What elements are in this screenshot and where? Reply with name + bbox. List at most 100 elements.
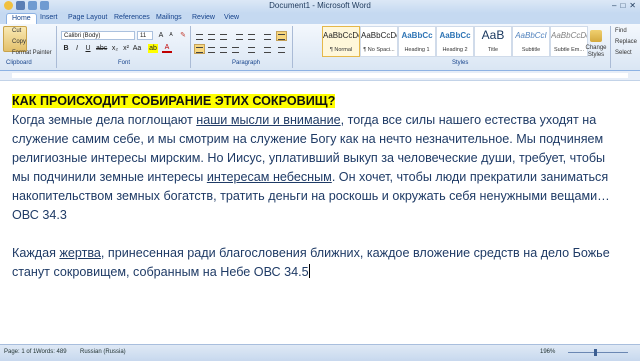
tab-review[interactable]: Review: [192, 14, 215, 21]
style-sample: AaBbCcDc: [361, 31, 397, 40]
subscript-icon[interactable]: x₂: [110, 44, 120, 53]
tab-view[interactable]: View: [224, 14, 239, 21]
text-line: накопительством земных богатств, тратить…: [12, 189, 610, 203]
style-sample: AaBbCcDc: [551, 31, 587, 40]
style-no-spacing[interactable]: AaBbCcDc ¶ No Spaci...: [360, 26, 398, 57]
zoom-slider-handle[interactable]: [594, 349, 597, 356]
justify-icon[interactable]: [230, 44, 241, 54]
text-line: Каждая жертва, принесенная ради благосло…: [12, 246, 610, 260]
align-left-icon[interactable]: [194, 44, 205, 54]
copy-button[interactable]: Copy: [12, 39, 26, 45]
style-name: Heading 2: [442, 47, 468, 53]
shrink-font-icon[interactable]: A: [166, 31, 176, 40]
shading-icon[interactable]: [262, 44, 273, 54]
style-name: Subtle Em...: [554, 47, 584, 53]
style-name: ¶ No Spaci...: [363, 47, 395, 53]
font-family-combo[interactable]: Calibri (Body): [61, 31, 135, 40]
find-button[interactable]: Find: [615, 28, 627, 34]
format-painter-button[interactable]: Format Painter: [12, 50, 52, 56]
status-bar: Page: 1 of 1 Words: 489 Russian (Russia)…: [0, 344, 640, 361]
window-title: Document1 - Microsoft Word: [269, 1, 371, 10]
style-normal[interactable]: AaBbCcDc ¶ Normal: [322, 26, 360, 57]
text-line: Когда земные дела поглощают наши мысли и…: [12, 113, 597, 127]
style-sample: AaBbCcI: [515, 31, 547, 40]
text-line: мы подчинили земные интересы интересам н…: [12, 170, 609, 184]
style-sample: AaBbCc: [439, 31, 471, 40]
language-indicator[interactable]: Russian (Russia): [80, 349, 126, 355]
bullets-icon[interactable]: [194, 31, 205, 41]
styles-group-label: Styles: [452, 60, 469, 66]
horizontal-ruler[interactable]: [0, 71, 640, 81]
replace-button[interactable]: Replace: [615, 39, 637, 45]
text-cursor: [308, 264, 310, 278]
paragraph-group-label: Paragraph: [232, 60, 261, 66]
sort-icon[interactable]: [262, 31, 273, 41]
align-right-icon[interactable]: [218, 44, 229, 54]
zoom-slider[interactable]: [568, 352, 628, 353]
increase-indent-icon[interactable]: [246, 31, 257, 41]
style-sample: AaBbCc: [401, 31, 433, 40]
change-case-icon[interactable]: Aa: [132, 44, 142, 53]
decrease-indent-icon[interactable]: [234, 31, 245, 41]
underline-icon[interactable]: U: [83, 44, 93, 53]
style-name: Heading 1: [404, 47, 430, 53]
clear-formatting-icon[interactable]: ✎: [178, 31, 188, 40]
group-divider: [610, 26, 611, 68]
document-page[interactable]: КАК ПРОИСХОДИТ СОБИРАНИЕ ЭТИХ СОКРОВИЩ? …: [0, 81, 640, 344]
minimize-button[interactable]: –: [612, 1, 616, 10]
style-name: Subtitle: [521, 47, 541, 53]
numbering-icon[interactable]: [206, 31, 217, 41]
zoom-level[interactable]: 196%: [540, 349, 555, 355]
style-heading-1[interactable]: AaBbCc Heading 1: [398, 26, 436, 57]
text-line: служение самим себе, и мы смотрим на слу…: [12, 132, 604, 146]
change-styles-button[interactable]: Change Styles: [585, 45, 607, 59]
text-line: станут сокровищем, собранным на Небе ОВС…: [12, 264, 310, 279]
cut-button[interactable]: Cut: [12, 28, 21, 34]
line-spacing-icon[interactable]: [246, 44, 257, 54]
style-subtle-emphasis[interactable]: AaBbCcDc Subtle Em...: [550, 26, 588, 57]
change-styles-icon[interactable]: [590, 30, 602, 42]
borders-icon[interactable]: [276, 44, 287, 54]
style-sample: AaBbCcDc: [323, 31, 359, 40]
document-heading: КАК ПРОИСХОДИТ СОБИРАНИЕ ЭТИХ СОКРОВИЩ?: [12, 94, 336, 108]
style-title[interactable]: AaB Title: [474, 26, 512, 57]
style-heading-2[interactable]: AaBbCc Heading 2: [436, 26, 474, 57]
multilevel-list-icon[interactable]: [218, 31, 229, 41]
tab-page-layout[interactable]: Page Layout: [68, 14, 107, 21]
clipboard-group-label: Clipboard: [6, 60, 32, 66]
ribbon: Cut Copy Format Painter Clipboard Calibr…: [0, 24, 640, 71]
group-divider: [56, 26, 57, 68]
grow-font-icon[interactable]: A: [156, 31, 166, 40]
word-count[interactable]: Words: 489: [36, 349, 67, 355]
font-color-icon[interactable]: A: [162, 44, 172, 53]
font-group-label: Font: [118, 60, 131, 66]
align-center-icon[interactable]: [206, 44, 217, 54]
italic-icon[interactable]: I: [72, 44, 82, 53]
underlined-text: интересам небесным: [206, 170, 332, 184]
style-name: Title: [487, 47, 499, 53]
style-subtitle[interactable]: AaBbCcI Subtitle: [512, 26, 550, 57]
underlined-text: наши мысли и внимание: [196, 113, 341, 127]
close-button[interactable]: ✕: [629, 1, 636, 10]
strikethrough-icon[interactable]: abc: [96, 44, 107, 53]
tab-references[interactable]: References: [114, 14, 150, 21]
show-formatting-marks-icon[interactable]: [276, 31, 287, 41]
group-divider: [292, 26, 293, 68]
group-divider: [190, 26, 191, 68]
maximize-button[interactable]: □: [620, 1, 625, 10]
text-line: религиозные интересы мирским. Но Иисус, …: [12, 151, 606, 165]
superscript-icon[interactable]: x²: [121, 44, 131, 53]
tab-mailings[interactable]: Mailings: [156, 14, 182, 21]
highlight-color-icon[interactable]: ab: [148, 44, 158, 53]
select-button[interactable]: Select: [615, 50, 632, 56]
page-count[interactable]: Page: 1 of 1: [4, 349, 36, 355]
style-sample: AaB: [481, 28, 505, 42]
font-size-combo[interactable]: 11: [137, 31, 153, 40]
text-line: ОВС 34.3: [12, 208, 67, 222]
underlined-text: жертва: [59, 246, 101, 260]
title-bar: Document1 - Microsoft Word – □ ✕: [0, 0, 640, 13]
ribbon-tabs: Home Insert Page Layout References Maili…: [0, 13, 640, 25]
tab-insert[interactable]: Insert: [40, 14, 58, 21]
bold-icon[interactable]: B: [61, 44, 71, 53]
document-body[interactable]: КАК ПРОИСХОДИТ СОБИРАНИЕ ЭТИХ СОКРОВИЩ? …: [12, 92, 640, 282]
